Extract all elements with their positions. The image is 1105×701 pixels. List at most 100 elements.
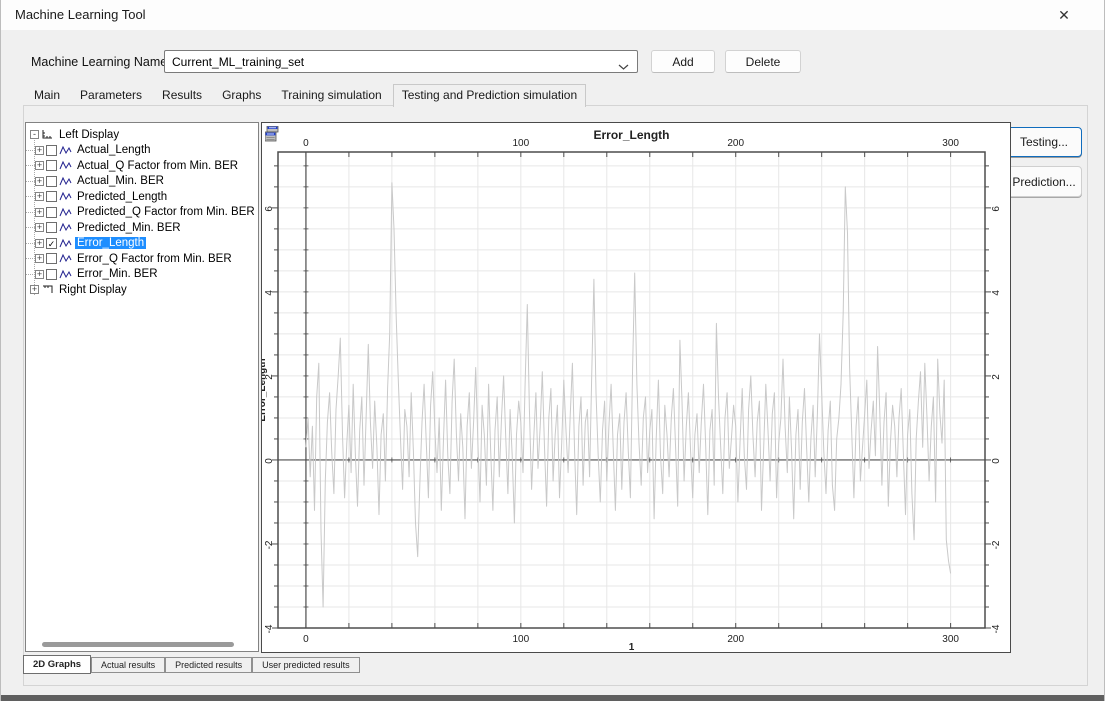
tab-parameters[interactable]: Parameters (71, 84, 151, 105)
tree-item-checkbox[interactable]: ✓ (46, 238, 57, 249)
tree-root[interactable]: + Right Display (26, 282, 258, 298)
tree-item-checkbox[interactable] (46, 207, 57, 218)
tree-item-checkbox[interactable] (46, 222, 57, 233)
tree-item-label-left-display[interactable]: Left Display (57, 129, 121, 141)
tree-item-label-actual-q-factor-from-min-ber[interactable]: Actual_Q Factor from Min. BER (75, 160, 240, 172)
tree-item-label-actual-length[interactable]: Actual_Length (75, 144, 153, 156)
tree-item-label-predicted-min-ber[interactable]: Predicted_Min. BER (75, 222, 183, 234)
chevron-down-icon (618, 58, 629, 76)
svg-text:200: 200 (727, 634, 744, 645)
tree-branch-line (26, 181, 35, 182)
tree-item[interactable]: + Predicted_Length (26, 189, 258, 205)
svg-text:0: 0 (303, 634, 309, 645)
curve-icon (59, 238, 72, 249)
curve-icon (59, 160, 72, 171)
tree-item-checkbox[interactable] (46, 145, 57, 156)
expand-icon[interactable]: + (35, 208, 44, 217)
curve-icon (59, 176, 72, 187)
add-button[interactable]: Add (651, 50, 715, 73)
tree-branch-line (26, 227, 35, 228)
tab-main[interactable]: Main (25, 84, 69, 105)
expand-icon[interactable]: + (35, 223, 44, 232)
expand-icon[interactable]: + (35, 192, 44, 201)
expand-icon[interactable]: + (35, 239, 44, 248)
display-tree-panel: - Left Display + Actual_Length + Actual_Q Fac… (25, 122, 259, 652)
graph-window-icon[interactable] (265, 126, 279, 142)
collapse-icon[interactable]: - (30, 130, 39, 139)
bottom-tab-actual-results[interactable]: Actual results (91, 657, 165, 673)
svg-text:0: 0 (264, 458, 275, 464)
tree-item[interactable]: + Actual_Min. BER (26, 174, 258, 190)
tree-branch-line (26, 212, 35, 213)
ml-name-label: Machine Learning Name: (31, 55, 171, 69)
tree-item-checkbox[interactable] (46, 191, 57, 202)
tab-graphs[interactable]: Graphs (213, 84, 270, 105)
bottom-tab-predicted-results[interactable]: Predicted results (165, 657, 252, 673)
tree-item-label-predicted-length[interactable]: Predicted_Length (75, 191, 169, 203)
tree-branch-line (26, 150, 35, 151)
delete-button[interactable]: Delete (725, 50, 801, 73)
tree-item-checkbox[interactable] (46, 269, 57, 280)
graph-panel: 0010010020020030030066442200-2-2-4-4Erro… (261, 122, 1011, 653)
testing-button[interactable]: Testing... (1006, 127, 1082, 157)
svg-text:-4: -4 (991, 624, 1002, 633)
tree-item[interactable]: + Predicted_Q Factor from Min. BER (26, 205, 258, 221)
tree-horizontal-scrollbar[interactable] (42, 642, 234, 647)
tab-results[interactable]: Results (153, 84, 211, 105)
curve-icon (59, 207, 72, 218)
bottom-tab-user-predicted-results[interactable]: User predicted results (252, 657, 360, 673)
tree-branch-line (26, 258, 35, 259)
svg-text:1: 1 (629, 642, 635, 652)
bottom-tab-2d-graphs[interactable]: 2D Graphs (23, 655, 91, 674)
expand-icon[interactable]: + (30, 285, 39, 294)
machine-learning-tool-window: Machine Learning Tool ✕ Machine Learning… (0, 0, 1105, 701)
svg-text:0: 0 (303, 138, 309, 149)
tree-item-checkbox[interactable] (46, 160, 57, 171)
tree-branch-line (26, 274, 35, 275)
tree-item-label-error-min-ber[interactable]: Error_Min. BER (75, 268, 160, 280)
svg-text:0: 0 (991, 458, 1002, 464)
curve-icon (59, 222, 72, 233)
curve-icon (59, 191, 72, 202)
tree-branch-line (26, 243, 35, 244)
curve-icon (59, 253, 72, 264)
tab-training-simulation[interactable]: Training simulation (272, 84, 390, 105)
tree-item-checkbox[interactable] (46, 176, 57, 187)
tree-item-label-actual-min-ber[interactable]: Actual_Min. BER (75, 175, 166, 187)
expand-icon[interactable]: + (35, 161, 44, 170)
svg-text:-4: -4 (264, 624, 275, 633)
expand-icon[interactable]: + (35, 146, 44, 155)
tree-item-label-predicted-q-factor-from-min-ber[interactable]: Predicted_Q Factor from Min. BER (75, 206, 257, 218)
display-tree: - Left Display + Actual_Length + Actual_Q Fac… (26, 127, 258, 298)
tree-item[interactable]: + Actual_Length (26, 143, 258, 159)
curve-icon (59, 145, 72, 156)
svg-text:200: 200 (727, 138, 744, 149)
svg-text:Error_Length: Error_Length (262, 358, 268, 421)
tree-item-checkbox[interactable] (46, 253, 57, 264)
expand-icon[interactable]: + (35, 270, 44, 279)
tab-strip: MainParametersResultsGraphsTraining simu… (25, 84, 588, 107)
svg-text:300: 300 (942, 634, 959, 645)
window-title: Machine Learning Tool (15, 7, 146, 22)
prediction-button[interactable]: Prediction... (1006, 166, 1082, 197)
tree-item-label-error-q-factor-from-min-ber[interactable]: Error_Q Factor from Min. BER (75, 253, 234, 265)
close-icon[interactable]: ✕ (1054, 5, 1074, 25)
tree-item[interactable]: + Error_Q Factor from Min. BER (26, 251, 258, 267)
tab-testing-and-prediction-simulation[interactable]: Testing and Prediction simulation (393, 84, 586, 107)
tree-root[interactable]: - Left Display (26, 127, 258, 143)
svg-text:4: 4 (991, 290, 1002, 296)
tree-item-label-error-length[interactable]: Error_Length (75, 237, 146, 249)
ml-name-combobox[interactable]: Current_ML_training_set (164, 50, 638, 73)
svg-text:6: 6 (991, 206, 1002, 212)
window-bottom-edge (1, 695, 1104, 701)
svg-text:-2: -2 (264, 540, 275, 549)
tree-item-label-right-display[interactable]: Right Display (57, 284, 129, 296)
expand-icon[interactable]: + (35, 254, 44, 263)
tree-item[interactable]: + Error_Min. BER (26, 267, 258, 283)
tree-item[interactable]: + Predicted_Min. BER (26, 220, 258, 236)
right-axes-icon (41, 284, 54, 295)
tree-item[interactable]: + Actual_Q Factor from Min. BER (26, 158, 258, 174)
expand-icon[interactable]: + (35, 177, 44, 186)
svg-text:6: 6 (264, 206, 275, 212)
tree-item[interactable]: +✓ Error_Length (26, 236, 258, 252)
